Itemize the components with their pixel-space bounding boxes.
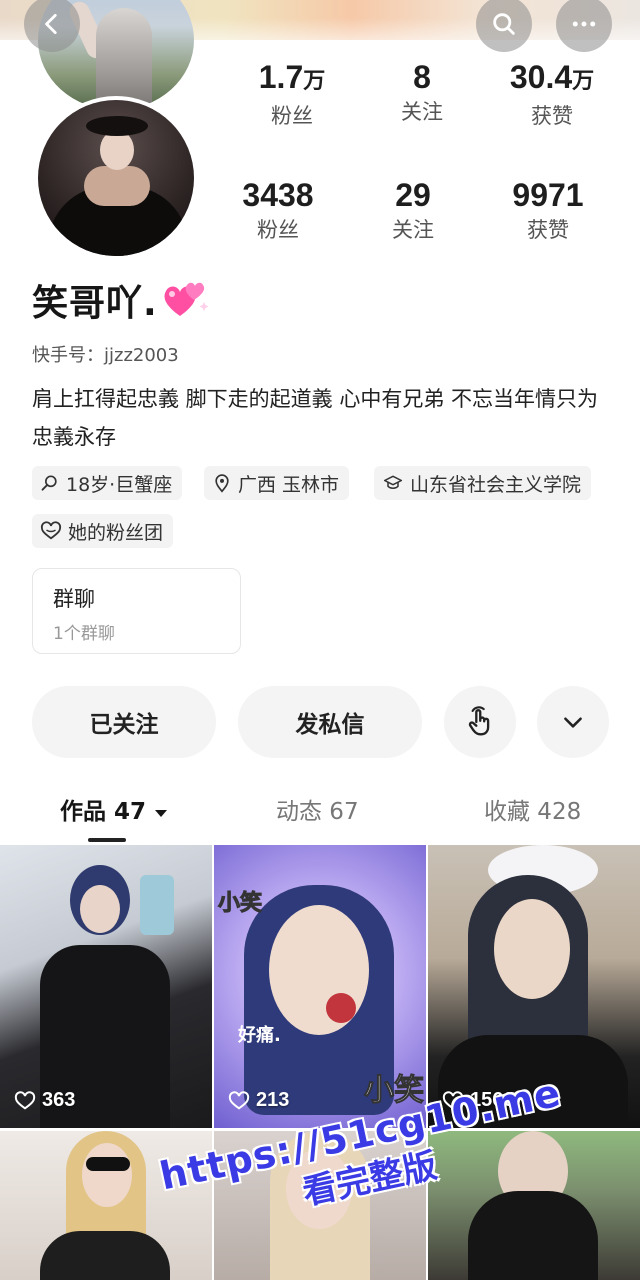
followed-button[interactable]: 已关注 — [32, 686, 216, 758]
heart-outline-icon — [40, 521, 62, 540]
more-actions-button[interactable] — [537, 686, 609, 758]
heart-outline-icon — [228, 1090, 250, 1110]
video-overlay-text: 小笑 — [217, 891, 263, 917]
kuaishou-id[interactable]: 快手号：jjzz2003 — [32, 341, 179, 367]
content-tabs: 作品 47 动态 67 收藏 428 — [0, 786, 640, 832]
search-person-icon — [41, 475, 57, 491]
tag-fan-club[interactable]: 她的粉丝团 — [32, 514, 174, 548]
tag-location: 广西 玉林市 — [204, 466, 350, 500]
video-likes: 213 — [228, 1089, 289, 1112]
active-tab-indicator — [88, 838, 126, 842]
group-chat-subtitle: 1个群聊 — [53, 624, 115, 644]
group-chat-title: 群聊 — [53, 587, 95, 611]
stat-fans[interactable]: 3438 粉丝 — [208, 176, 348, 244]
profile-name: 笑哥吖. — [32, 283, 158, 324]
profile-avatar[interactable] — [34, 96, 198, 260]
video-grid: 363 小笑 好痛. 小笑 213 1560 — [0, 845, 640, 1280]
stat-fans-primary[interactable]: 1.7万 粉丝 — [222, 58, 362, 130]
video-overlay-text: 好痛. — [238, 1025, 281, 1046]
tag-age: 18岁·巨蟹座 — [32, 466, 183, 500]
tap-button[interactable] — [444, 686, 516, 758]
heart-outline-icon — [14, 1090, 36, 1110]
search-icon — [493, 13, 515, 35]
sparkling-hearts-icon — [164, 282, 209, 316]
tab-favorites[interactable]: 收藏 428 — [484, 792, 581, 826]
caret-down-icon — [155, 809, 168, 817]
tag-school: 山东省社会主义学院 — [374, 466, 592, 500]
group-chat-card[interactable]: 群聊 1个群聊 — [32, 568, 241, 654]
more-horizontal-icon — [572, 21, 596, 27]
chevron-left-icon — [45, 13, 57, 35]
video-likes: 363 — [14, 1089, 75, 1112]
stat-likes-primary[interactable]: 30.4万 获赞 — [482, 58, 622, 130]
tap-finger-icon — [468, 706, 490, 736]
stat-following[interactable]: 29 关注 — [343, 176, 483, 244]
stat-likes[interactable]: 9971 获赞 — [478, 176, 618, 244]
message-button[interactable]: 发私信 — [238, 686, 422, 758]
profile-bio: 肩上扛得起忠義 脚下走的起道義 心中有兄弟 不忘当年情只为 忠義永存 — [32, 387, 599, 449]
video-thumbnail[interactable]: 363 — [0, 845, 212, 1128]
graduation-cap-icon — [383, 475, 403, 489]
tab-works[interactable]: 作品 47 — [60, 792, 168, 826]
location-pin-icon — [215, 474, 229, 493]
chevron-down-icon — [564, 717, 582, 728]
video-thumbnail[interactable]: 小笑 好痛. 小笑 213 — [214, 845, 426, 1128]
tab-moments[interactable]: 动态 67 — [276, 792, 359, 826]
stat-following-primary[interactable]: 8 关注 — [352, 58, 492, 126]
